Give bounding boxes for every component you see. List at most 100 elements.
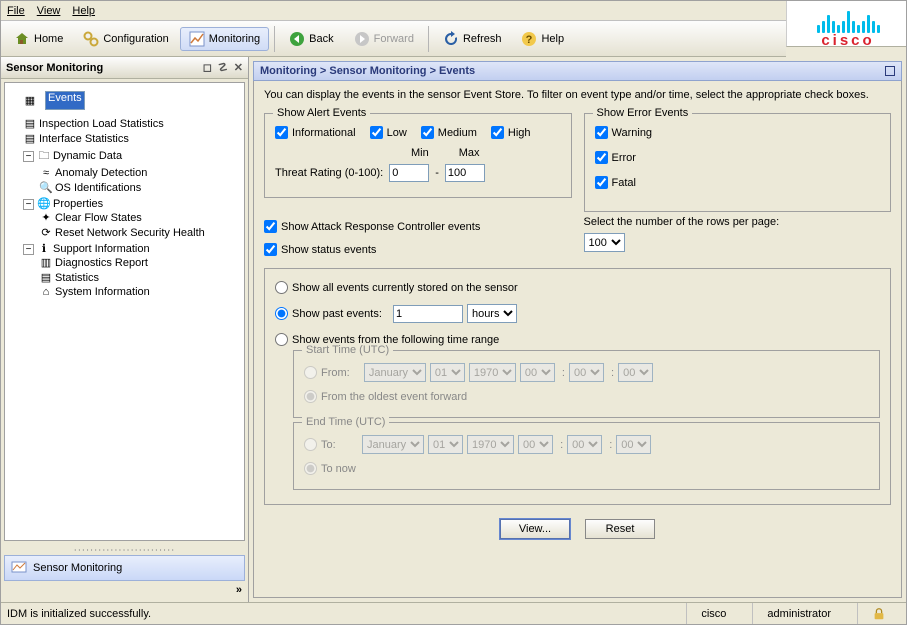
- chk-medium[interactable]: Medium: [421, 126, 477, 139]
- sidebar-expand[interactable]: »: [1, 584, 248, 602]
- alert-legend: Show Alert Events: [273, 107, 370, 119]
- tree-dynamic[interactable]: −🗀Dynamic Data ≈Anomaly Detection 🔍OS Id…: [23, 146, 242, 196]
- breadcrumb: Monitoring > Sensor Monitoring > Events: [253, 61, 902, 81]
- reset-icon: ⟳: [39, 226, 53, 239]
- radio-past[interactable]: Show past events: hours: [275, 304, 880, 323]
- home-button[interactable]: Home: [5, 27, 72, 51]
- threat-min-input[interactable]: [389, 164, 429, 182]
- to-month[interactable]: January: [362, 435, 424, 454]
- tree-inspection[interactable]: ▤Inspection Load Statistics: [23, 116, 242, 131]
- threat-max-input[interactable]: [445, 164, 485, 182]
- chk-warning[interactable]: Warning: [595, 126, 881, 139]
- resize-gripper[interactable]: ∙∙∙∙∙∙∙∙∙∙∙∙∙∙∙∙∙∙∙∙∙∙∙∙∙: [1, 544, 248, 552]
- panel-pin-icon[interactable]: ☡: [218, 61, 228, 74]
- radio-all[interactable]: Show all events currently stored on the …: [275, 281, 880, 294]
- from-day[interactable]: 01: [430, 363, 465, 382]
- cisco-bars-icon: [798, 5, 898, 33]
- tree-clearflow[interactable]: ✦Clear Flow States: [39, 210, 242, 225]
- sidebar-title: Sensor Monitoring: [6, 62, 103, 74]
- page-icon: ▦: [23, 94, 37, 107]
- menu-file[interactable]: File: [7, 5, 25, 17]
- minus-icon[interactable]: −: [23, 151, 34, 162]
- refresh-button[interactable]: Refresh: [434, 27, 511, 51]
- menubar: File View Help: [1, 1, 786, 21]
- radio-oldest[interactable]: From the oldest event forward: [304, 390, 869, 403]
- minus-icon[interactable]: −: [23, 199, 34, 210]
- alert-group: Show Alert Events Informational Low Medi…: [264, 113, 572, 198]
- from-year[interactable]: 1970: [469, 363, 516, 382]
- tree-support[interactable]: −ℹSupport Information ▥Diagnostics Repor…: [23, 241, 242, 300]
- cisco-text: cisco: [798, 32, 898, 49]
- from-mm[interactable]: 00: [569, 363, 604, 382]
- past-unit-select[interactable]: hours: [467, 304, 517, 323]
- from-ss[interactable]: 00: [618, 363, 653, 382]
- help-icon: ?: [521, 31, 537, 47]
- tree-osid[interactable]: 🔍OS Identifications: [39, 180, 242, 195]
- tb-sep: [274, 26, 275, 52]
- tree-diag[interactable]: ▥Diagnostics Report: [39, 255, 242, 270]
- to-mm[interactable]: 00: [567, 435, 602, 454]
- start-time-group: Start Time (UTC) From: January 01 1970 0…: [293, 350, 880, 418]
- statusbar: IDM is initialized successfully. cisco a…: [1, 602, 906, 624]
- to-year[interactable]: 1970: [467, 435, 514, 454]
- reset-button[interactable]: Reset: [585, 519, 655, 539]
- tree-resetnet[interactable]: ⟳Reset Network Security Health: [39, 225, 242, 240]
- maximize-icon[interactable]: [885, 66, 895, 76]
- tree-anomaly[interactable]: ≈Anomaly Detection: [39, 166, 242, 180]
- menu-view[interactable]: View: [37, 5, 61, 17]
- panel-close-icon[interactable]: ✕: [234, 61, 243, 74]
- radio-from[interactable]: From: January 01 1970 00 : 00 : 00: [304, 363, 869, 382]
- from-month[interactable]: January: [364, 363, 426, 382]
- configuration-button[interactable]: Configuration: [74, 27, 177, 51]
- back-icon: [289, 31, 305, 47]
- sidebar-footer[interactable]: Sensor Monitoring: [4, 555, 245, 581]
- help-button[interactable]: ? Help: [512, 27, 573, 51]
- chk-error[interactable]: Error: [595, 151, 881, 164]
- monitoring-button[interactable]: Monitoring: [180, 27, 269, 51]
- to-hh[interactable]: 00: [518, 435, 553, 454]
- view-button[interactable]: View...: [500, 519, 570, 539]
- chk-status[interactable]: Show status events: [264, 243, 572, 256]
- forward-label: Forward: [374, 33, 414, 45]
- forward-icon: [354, 31, 370, 47]
- help-label: Help: [541, 33, 564, 45]
- rows-select[interactable]: 100: [584, 233, 625, 252]
- sidebar: Sensor Monitoring ◻ ☡ ✕ ▦Events ▤Inspect…: [1, 57, 249, 602]
- intro-text: You can display the events in the sensor…: [264, 89, 891, 101]
- chk-low[interactable]: Low: [370, 126, 407, 139]
- status-message: IDM is initialized successfully.: [7, 608, 151, 620]
- tree-stats[interactable]: ▤Statistics: [39, 270, 242, 285]
- chk-fatal[interactable]: Fatal: [595, 176, 881, 189]
- tree-interface[interactable]: ▤Interface Statistics: [23, 131, 242, 146]
- report-icon: ▥: [39, 256, 53, 269]
- menu-help[interactable]: Help: [72, 5, 95, 17]
- forward-button[interactable]: Forward: [345, 27, 423, 51]
- chk-high[interactable]: High: [491, 126, 531, 139]
- radio-to[interactable]: To: January 01 1970 00 : 00 : 00: [304, 435, 869, 454]
- gear-icon: [83, 31, 99, 47]
- tree-events[interactable]: ▦Events: [23, 90, 242, 111]
- past-value-input[interactable]: [393, 305, 463, 323]
- status-host: cisco: [686, 603, 740, 624]
- info-icon: ℹ: [37, 242, 51, 255]
- chk-informational[interactable]: Informational: [275, 126, 356, 139]
- chk-arc[interactable]: Show Attack Response Controller events: [264, 220, 572, 233]
- lock-icon: [857, 603, 900, 624]
- tree-properties[interactable]: −🌐Properties ✦Clear Flow States ⟳Reset N…: [23, 196, 242, 241]
- tb-sep: [428, 26, 429, 52]
- main: Monitoring > Sensor Monitoring > Events …: [249, 57, 906, 602]
- home-icon: [14, 31, 30, 47]
- to-ss[interactable]: 00: [616, 435, 651, 454]
- back-label: Back: [309, 33, 333, 45]
- to-day[interactable]: 01: [428, 435, 463, 454]
- tree-sysinfo[interactable]: ⌂System Information: [39, 285, 242, 299]
- min-label: Min: [411, 147, 429, 159]
- refresh-label: Refresh: [463, 33, 502, 45]
- back-button[interactable]: Back: [280, 27, 342, 51]
- radio-now[interactable]: To now: [304, 462, 869, 475]
- from-hh[interactable]: 00: [520, 363, 555, 382]
- monitoring-label: Monitoring: [209, 33, 260, 45]
- configuration-label: Configuration: [103, 33, 168, 45]
- panel-float-icon[interactable]: ◻: [203, 61, 212, 74]
- minus-icon[interactable]: −: [23, 244, 34, 255]
